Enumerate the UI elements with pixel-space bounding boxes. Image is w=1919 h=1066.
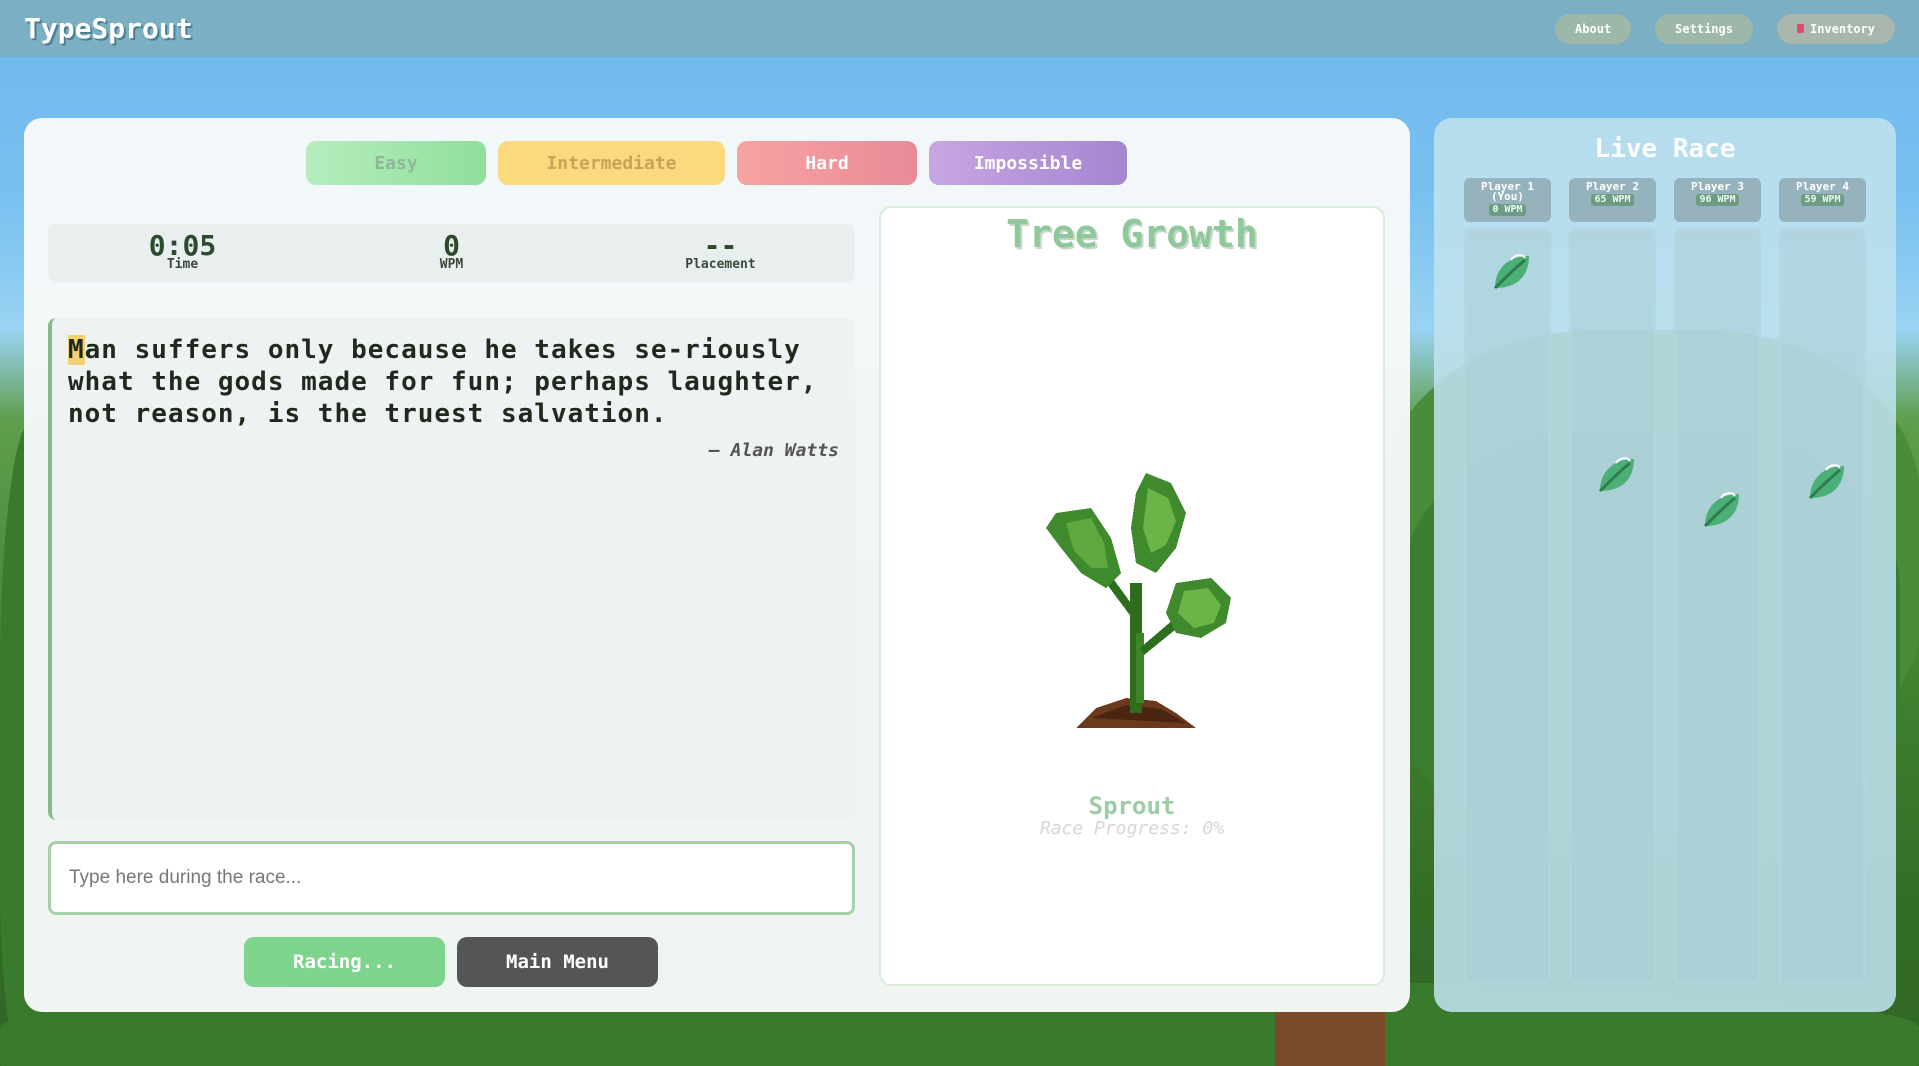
player-header: Player 2 65 WPM (1569, 178, 1656, 222)
about-label: About (1575, 21, 1612, 36)
tree-growth-panel: Tree Growth Sprout Race Progress: 0% (879, 206, 1385, 986)
player-name: Player 4 (1796, 180, 1849, 193)
player-lane: Player 4 59 WPM (1779, 178, 1866, 984)
race-progress-text: Race Progress: 0% (1039, 818, 1225, 839)
player-name: Player 1 (You) (1481, 180, 1534, 203)
bag-icon (1796, 24, 1804, 33)
tree-title: Tree Growth (1006, 212, 1258, 256)
player-leaf-icon (1699, 488, 1743, 536)
difficulty-selector: Easy Intermediate Hard Impossible (306, 141, 1127, 185)
player-lane: Player 3 96 WPM (1674, 178, 1761, 984)
race-lanes: Player 1 (You) 0 WPM Player 2 65 WPM Pla… (1464, 178, 1866, 984)
quote-remaining: an suffers only because he takes se-riou… (68, 335, 818, 429)
wpm-stat: 0 WPM (352, 229, 552, 272)
player-wpm: 96 WPM (1696, 194, 1739, 206)
player-header: Player 3 96 WPM (1674, 178, 1761, 222)
player-track (1779, 228, 1866, 984)
time-label: Time (166, 257, 199, 272)
growth-stage-name: Sprout (1088, 792, 1176, 820)
difficulty-hard-button[interactable]: Hard (737, 141, 917, 185)
placement-value: -- (703, 229, 738, 262)
inventory-label: Inventory (1809, 21, 1875, 36)
difficulty-intermediate-button[interactable]: Intermediate (498, 141, 725, 185)
quote-author: — Alan Watts (708, 440, 839, 461)
time-value: 0:05 (148, 229, 217, 262)
inventory-button[interactable]: Inventory (1776, 13, 1895, 44)
stats-bar: 0:05 Time 0 WPM -- Placement (48, 224, 855, 282)
current-char: M (68, 335, 85, 365)
difficulty-easy-button[interactable]: Easy (306, 141, 486, 185)
about-button[interactable]: About (1555, 13, 1632, 44)
typing-input[interactable] (48, 841, 855, 915)
player-leaf-icon (1489, 250, 1533, 298)
sprout-icon (1046, 473, 1231, 728)
main-menu-button[interactable]: Main Menu (457, 937, 658, 987)
player-wpm: 65 WPM (1591, 194, 1634, 206)
player-leaf-icon (1804, 460, 1848, 508)
live-race-title: Live Race (1594, 134, 1736, 164)
app-logo[interactable]: TypeSprout (24, 12, 193, 45)
typing-panel: Easy Intermediate Hard Impossible 0:05 T… (24, 118, 1410, 1012)
player-lane: Player 1 (You) 0 WPM (1464, 178, 1551, 984)
quote-text: Man suffers only because he takes se-rio… (68, 334, 839, 430)
placement-label: Placement (685, 257, 756, 272)
player-track (1674, 228, 1761, 984)
wpm-value: 0 (443, 229, 460, 262)
player-track (1464, 228, 1551, 984)
top-bar: TypeSprout About Settings Inventory (0, 0, 1919, 57)
action-buttons: Racing... Main Menu (244, 937, 658, 987)
settings-button[interactable]: Settings (1655, 13, 1753, 44)
wpm-label: WPM (439, 257, 464, 272)
top-nav: About Settings Inventory (1555, 13, 1895, 44)
player-wpm: 0 WPM (1489, 204, 1526, 216)
player-wpm: 59 WPM (1801, 194, 1844, 206)
racing-button[interactable]: Racing... (244, 937, 445, 987)
player-header: Player 4 59 WPM (1779, 178, 1866, 222)
placement-stat: -- Placement (621, 229, 821, 272)
time-stat: 0:05 Time (83, 229, 283, 272)
player-name: Player 3 (1691, 180, 1744, 193)
player-leaf-icon (1594, 453, 1638, 501)
player-lane: Player 2 65 WPM (1569, 178, 1656, 984)
settings-label: Settings (1675, 21, 1733, 36)
quote-display: Man suffers only because he takes se-rio… (48, 318, 855, 820)
player-track (1569, 228, 1656, 984)
player-name: Player 2 (1586, 180, 1639, 193)
player-header: Player 1 (You) 0 WPM (1464, 178, 1551, 222)
live-race-panel: Live Race Player 1 (You) 0 WPM Player 2 … (1434, 118, 1896, 1012)
difficulty-impossible-button[interactable]: Impossible (929, 141, 1127, 185)
